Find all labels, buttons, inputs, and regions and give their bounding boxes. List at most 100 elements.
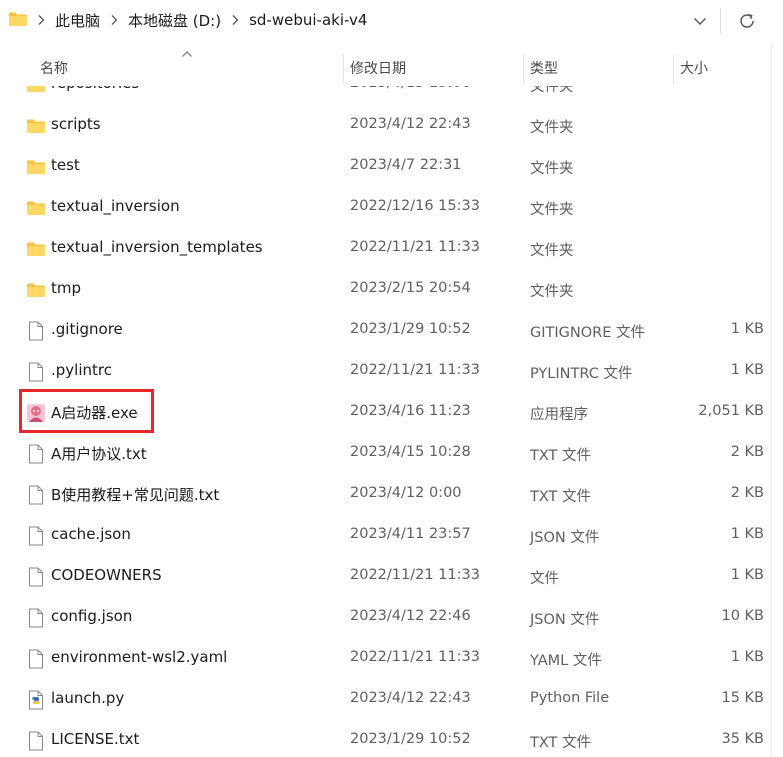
text-file-icon xyxy=(25,443,46,464)
breadcrumb-item-this-pc[interactable]: 此电脑 xyxy=(52,10,103,31)
file-modified-date: 2023/1/29 10:52 xyxy=(350,731,471,747)
file-name[interactable]: cache.json xyxy=(51,525,131,543)
file-size: 35 KB xyxy=(721,731,764,747)
column-header-date-label: 修改日期 xyxy=(350,61,406,77)
file-name[interactable]: .pylintrc xyxy=(51,361,112,379)
file-size: 1 KB xyxy=(730,567,764,583)
file-name[interactable]: tmp xyxy=(51,279,81,297)
folder-icon xyxy=(9,12,27,26)
file-name[interactable]: scripts xyxy=(51,115,101,133)
file-row[interactable]: test 2023/4/7 22:31 文件夹 xyxy=(0,146,770,187)
address-bar[interactable]: 此电脑 本地磁盘 (D:) sd-webui-aki-v4 xyxy=(0,0,783,44)
folder-icon xyxy=(25,197,46,218)
text-file-icon xyxy=(25,484,46,505)
file-size: 1 KB xyxy=(730,321,764,337)
column-header-name[interactable]: 名称 xyxy=(40,44,340,84)
file-row[interactable]: A用户协议.txt 2023/4/15 10:28 TXT 文件 2 KB xyxy=(0,433,770,474)
chevron-right-icon[interactable] xyxy=(30,10,52,30)
column-header-size[interactable]: 大小 xyxy=(680,44,770,84)
text-file-icon xyxy=(25,730,46,751)
address-history-dropdown[interactable] xyxy=(688,10,712,32)
file-row[interactable]: textual_inversion_templates 2022/11/21 1… xyxy=(0,228,770,269)
file-name[interactable]: A用户协议.txt xyxy=(51,443,147,464)
file-name[interactable]: textual_inversion xyxy=(51,197,180,215)
breadcrumb-item-current-folder[interactable]: sd-webui-aki-v4 xyxy=(246,11,370,29)
column-resize-handle[interactable] xyxy=(673,54,674,84)
file-size: 10 KB xyxy=(721,608,764,624)
file-row[interactable]: LICENSE.txt 2023/1/29 10:52 TXT 文件 35 KB xyxy=(0,720,770,757)
chevron-down-icon xyxy=(694,17,706,25)
file-size: 15 KB xyxy=(721,690,764,706)
file-modified-date: 2023/1/29 10:52 xyxy=(350,321,471,337)
file-row[interactable]: cache.json 2023/4/11 23:57 JSON 文件 1 KB xyxy=(0,515,770,556)
column-header-type-label: 类型 xyxy=(530,61,558,77)
refresh-button[interactable] xyxy=(734,9,760,33)
column-resize-handle[interactable] xyxy=(343,54,344,84)
file-name[interactable]: CODEOWNERS xyxy=(51,566,162,584)
column-resize-handle[interactable] xyxy=(523,54,524,84)
file-name[interactable]: A启动器.exe xyxy=(51,402,138,423)
file-row[interactable]: textual_inversion 2022/12/16 15:33 文件夹 xyxy=(0,187,770,228)
file-size: 2,051 KB xyxy=(698,403,764,419)
file-type: YAML 文件 xyxy=(530,653,602,669)
file-row[interactable]: launch.py 2023/4/12 22:43 Python File 15… xyxy=(0,679,770,720)
app-launcher-icon xyxy=(25,402,46,423)
file-row[interactable]: CODEOWNERS 2022/11/21 11:33 文件 1 KB xyxy=(0,556,770,597)
file-type: TXT 文件 xyxy=(530,735,592,751)
file-type: GITIGNORE 文件 xyxy=(530,325,645,341)
file-name[interactable]: launch.py xyxy=(51,689,124,707)
file-name[interactable]: LICENSE.txt xyxy=(51,730,139,748)
file-icon xyxy=(25,566,46,587)
chevron-right-icon[interactable] xyxy=(103,10,125,30)
file-modified-date: 2023/4/7 22:31 xyxy=(350,157,462,173)
file-icon xyxy=(25,607,46,628)
file-type: 文件 xyxy=(530,571,559,587)
column-header-type[interactable]: 类型 xyxy=(530,44,670,84)
file-icon xyxy=(25,525,46,546)
file-row[interactable]: tmp 2023/2/15 20:54 文件夹 xyxy=(0,269,770,310)
file-modified-date: 2023/4/16 11:23 xyxy=(350,403,471,419)
refresh-icon xyxy=(740,14,754,28)
file-row[interactable]: .pylintrc 2022/11/21 11:33 PYLINTRC 文件 1… xyxy=(0,351,770,392)
file-modified-date: 2023/4/12 0:00 xyxy=(350,485,462,501)
chevron-right-icon[interactable] xyxy=(224,10,246,30)
column-header-date[interactable]: 修改日期 xyxy=(350,44,520,84)
file-row[interactable]: scripts 2023/4/12 22:43 文件夹 xyxy=(0,105,770,146)
file-row[interactable]: .gitignore 2023/1/29 10:52 GITIGNORE 文件 … xyxy=(0,310,770,351)
file-row[interactable]: repositories 2023/4/15 19:06 文件夹 xyxy=(0,84,770,105)
file-modified-date: 2023/4/12 22:43 xyxy=(350,690,471,706)
breadcrumb-item-local-disk[interactable]: 本地磁盘 (D:) xyxy=(125,10,224,31)
list-top-edge xyxy=(0,84,770,86)
file-size: 2 KB xyxy=(730,444,764,460)
column-header-row: 名称 修改日期 类型 大小 xyxy=(0,44,783,84)
file-modified-date: 2023/4/12 22:43 xyxy=(350,116,471,132)
file-row[interactable]: environment-wsl2.yaml 2022/11/21 11:33 Y… xyxy=(0,638,770,679)
vertical-scrollbar[interactable] xyxy=(771,44,772,757)
file-row[interactable]: A启动器.exe 2023/4/16 11:23 应用程序 2,051 KB xyxy=(0,392,770,433)
file-type: Python File xyxy=(530,690,610,706)
file-name[interactable]: B使用教程+常见问题.txt xyxy=(51,484,219,505)
file-modified-date: 2023/2/15 20:54 xyxy=(350,280,471,296)
file-type: 应用程序 xyxy=(530,407,588,423)
file-icon xyxy=(25,648,46,669)
file-name[interactable]: test xyxy=(51,156,80,174)
file-type: JSON 文件 xyxy=(530,530,600,546)
file-size: 1 KB xyxy=(730,649,764,665)
file-modified-date: 2022/12/16 15:33 xyxy=(350,198,480,214)
address-box[interactable]: 此电脑 本地磁盘 (D:) sd-webui-aki-v4 xyxy=(0,0,718,40)
breadcrumb: 此电脑 本地磁盘 (D:) sd-webui-aki-v4 xyxy=(30,0,370,40)
folder-icon xyxy=(25,238,46,259)
file-name[interactable]: textual_inversion_templates xyxy=(51,238,263,256)
file-type: 文件夹 xyxy=(530,202,574,218)
file-type: 文件夹 xyxy=(530,243,574,259)
file-type: TXT 文件 xyxy=(530,489,592,505)
file-modified-date: 2023/4/12 22:46 xyxy=(350,608,471,624)
file-type: 文件夹 xyxy=(530,284,574,300)
file-name[interactable]: config.json xyxy=(51,607,132,625)
file-row[interactable]: B使用教程+常见问题.txt 2023/4/12 0:00 TXT 文件 2 K… xyxy=(0,474,770,515)
file-name[interactable]: environment-wsl2.yaml xyxy=(51,648,227,666)
file-name[interactable]: .gitignore xyxy=(51,320,123,338)
column-header-name-label: 名称 xyxy=(40,61,68,77)
file-size: 1 KB xyxy=(730,526,764,542)
file-row[interactable]: config.json 2023/4/12 22:46 JSON 文件 10 K… xyxy=(0,597,770,638)
